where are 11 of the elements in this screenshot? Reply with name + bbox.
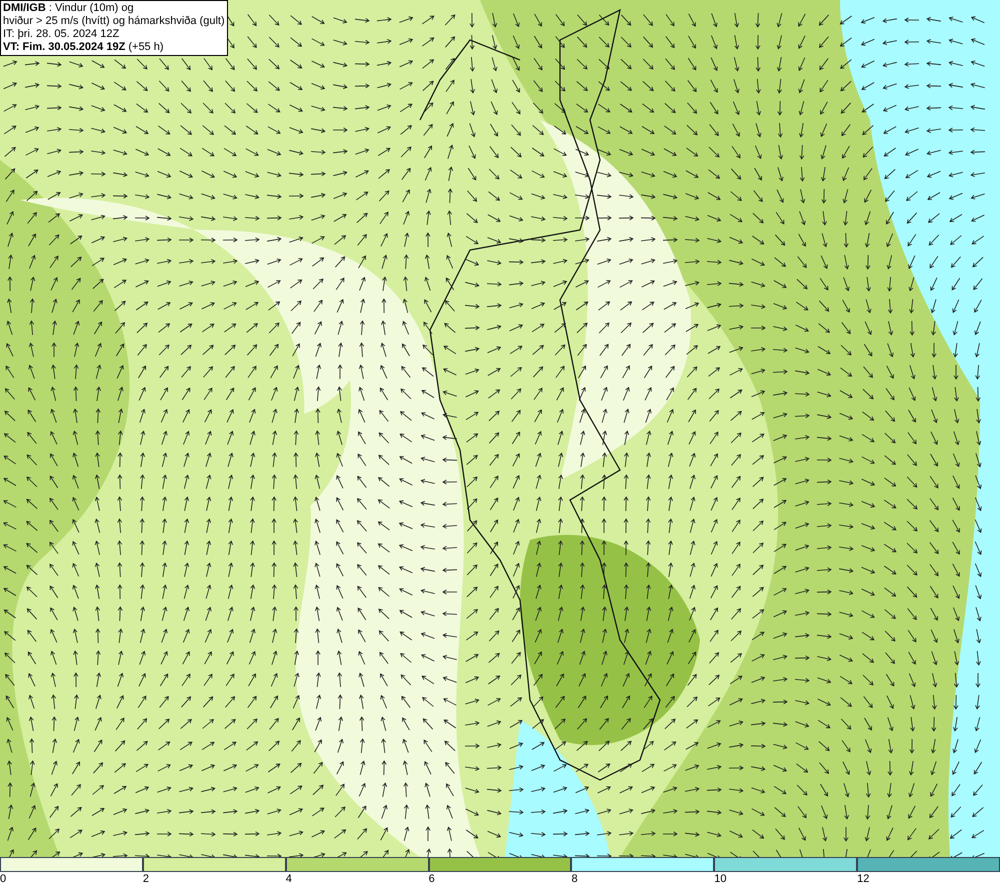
legend-label: 10 [714, 872, 727, 886]
legend-label: 6 [428, 872, 435, 886]
legend-label: 0 [0, 872, 6, 886]
caption-line: IT: þri. 28. 05. 2024 12Z [3, 28, 120, 41]
legend-label: 12 [857, 872, 870, 886]
legend-label: 8 [571, 872, 578, 886]
caption-line: VT: Fim. 30.05.2024 19Z (+55 h) [3, 41, 165, 54]
legend-label: 4 [286, 872, 292, 886]
caption-line: DMI/IGB : Vindur (10m) og [3, 2, 135, 15]
caption-line: hviður > 25 m/s (hvítt) og hámarkshviða (gult) [3, 15, 225, 28]
legend-label: 2 [142, 872, 149, 886]
